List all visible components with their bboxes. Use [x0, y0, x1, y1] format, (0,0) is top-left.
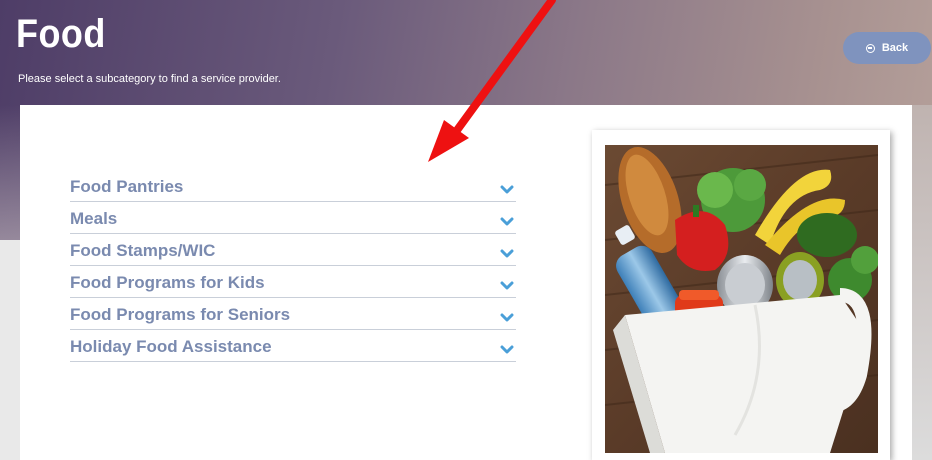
back-button-label: Back: [881, 42, 909, 54]
subcategory-label: Food Programs for Seniors: [70, 304, 291, 324]
page-subtitle: Please select a subcategory to find a se…: [18, 73, 281, 85]
subcategory-item-food-stamps-wic[interactable]: Food Stamps/WIC: [70, 234, 516, 266]
subcategory-item-food-programs-kids[interactable]: Food Programs for Kids: [70, 266, 516, 298]
page-background-left: [0, 240, 20, 460]
subcategory-label: Meals: [70, 208, 118, 228]
grocery-bag-photo: [605, 145, 878, 453]
circle-minus-icon: [865, 43, 875, 53]
chevron-down-icon: [500, 281, 514, 289]
back-button[interactable]: Back: [843, 32, 931, 64]
subcategory-label: Food Pantries: [70, 176, 184, 196]
subcategory-item-holiday-food-assistance[interactable]: Holiday Food Assistance: [70, 330, 516, 362]
subcategory-label: Holiday Food Assistance: [70, 336, 272, 356]
subcategory-label: Food Stamps/WIC: [70, 240, 216, 260]
chevron-down-icon: [500, 217, 514, 225]
chevron-down-icon: [500, 249, 514, 257]
subcategory-item-meals[interactable]: Meals: [70, 202, 516, 234]
subcategory-item-food-programs-seniors[interactable]: Food Programs for Seniors: [70, 298, 516, 330]
page-background-right: [912, 105, 932, 460]
chevron-down-icon: [500, 185, 514, 193]
subcategory-list: Food Pantries Meals Food Stamps/WIC Food…: [70, 170, 516, 362]
page-title: Food: [16, 12, 106, 56]
chevron-down-icon: [500, 345, 514, 353]
subcategory-label: Food Programs for Kids: [70, 272, 265, 292]
subcategory-item-food-pantries[interactable]: Food Pantries: [70, 170, 516, 202]
chevron-down-icon: [500, 313, 514, 321]
